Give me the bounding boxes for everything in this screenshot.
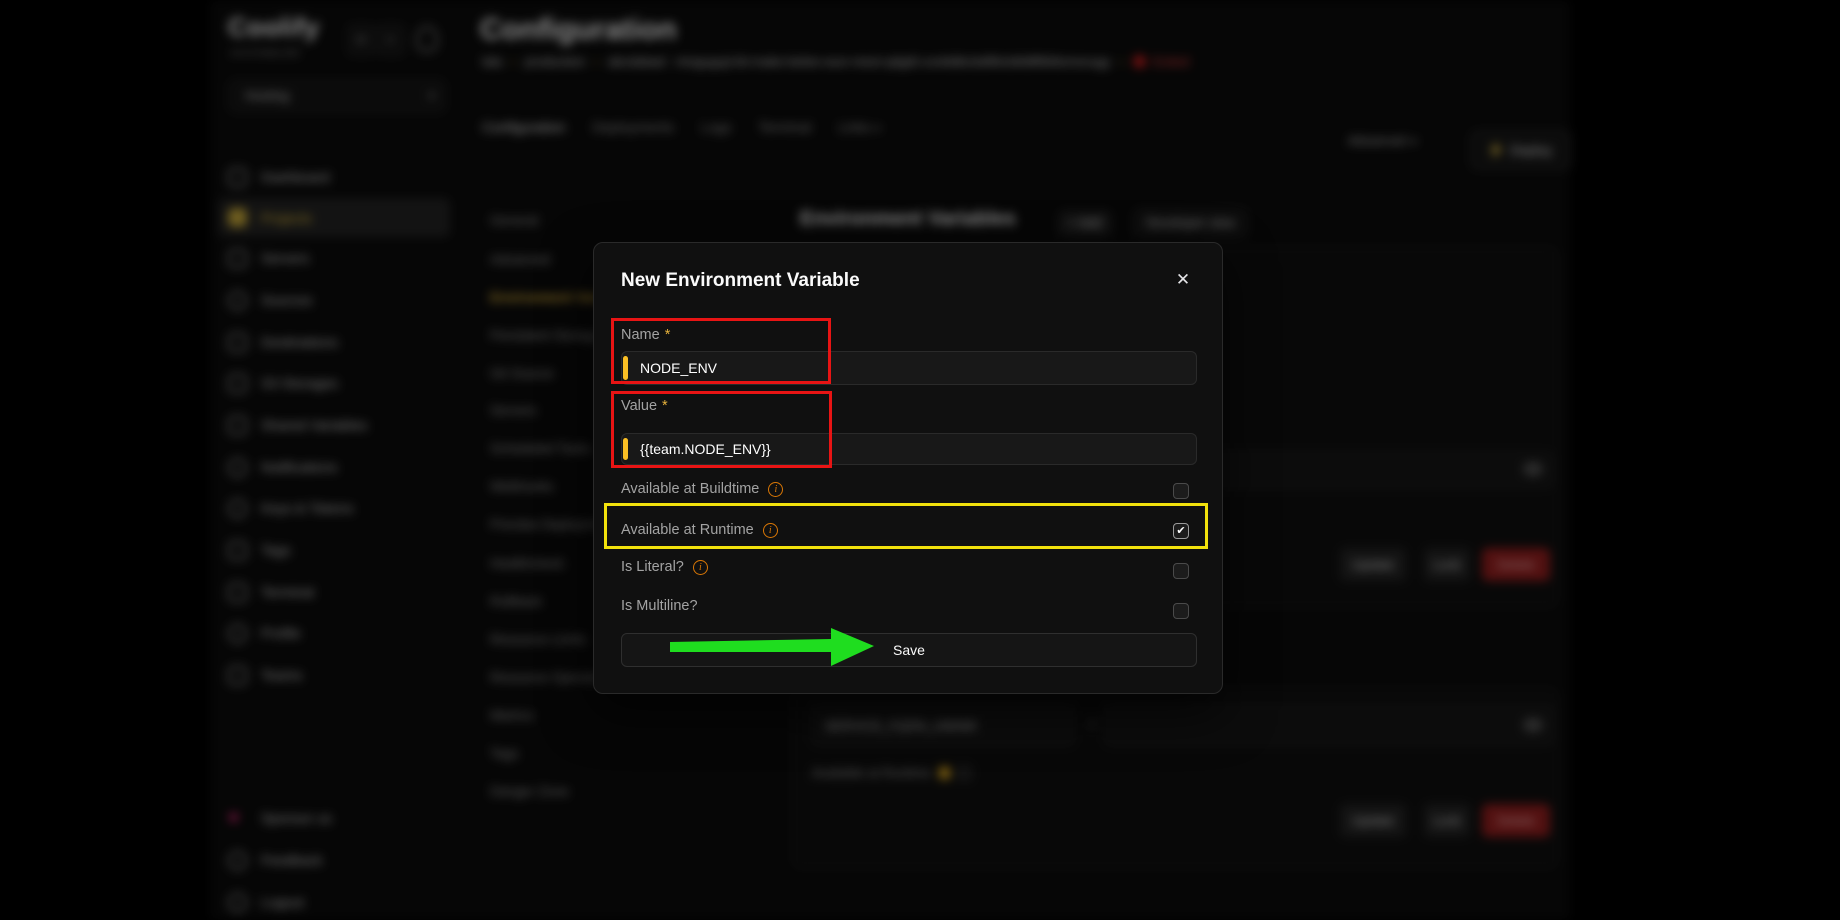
info-icon[interactable]: [768, 482, 783, 497]
multiline-label: Is Multiline?: [621, 598, 698, 614]
required-star: *: [662, 398, 668, 414]
required-star: *: [665, 327, 671, 343]
save-button[interactable]: Save: [621, 633, 1197, 667]
multiline-label-text: Is Multiline?: [621, 598, 698, 614]
buildtime-label-text: Available at Buildtime: [621, 481, 759, 497]
name-input-value: NODE_ENV: [640, 360, 717, 376]
literal-label: Is Literal?: [621, 559, 708, 575]
name-field-label: Name *: [621, 327, 670, 343]
literal-checkbox[interactable]: [1173, 563, 1189, 579]
value-label-text: Value: [621, 398, 657, 414]
name-input[interactable]: NODE_ENV: [621, 351, 1197, 385]
runtime-checkbox[interactable]: [1173, 523, 1189, 539]
close-icon[interactable]: [1172, 269, 1194, 291]
info-icon[interactable]: [763, 523, 778, 538]
name-label-text: Name: [621, 327, 660, 343]
runtime-label: Available at Runtime: [621, 522, 778, 538]
runtime-label-text: Available at Runtime: [621, 522, 754, 538]
new-environment-variable-modal: New Environment Variable Name* NODE_ENV …: [593, 242, 1223, 694]
save-label: Save: [893, 642, 925, 658]
buildtime-label: Available at Buildtime: [621, 481, 783, 497]
multiline-checkbox[interactable]: [1173, 603, 1189, 619]
value-input-value: {{team.NODE_ENV}}: [640, 441, 771, 457]
modal-title: New Environment Variable: [621, 270, 860, 292]
value-input[interactable]: {{team.NODE_ENV}}: [621, 433, 1197, 465]
info-icon[interactable]: [693, 560, 708, 575]
screen: Coolify v4.0.0-beta.323 ⌘ K Hosting ▾ Da…: [0, 0, 1840, 920]
value-field-label: Value *: [621, 398, 668, 414]
literal-label-text: Is Literal?: [621, 559, 684, 575]
buildtime-checkbox[interactable]: [1173, 483, 1189, 499]
